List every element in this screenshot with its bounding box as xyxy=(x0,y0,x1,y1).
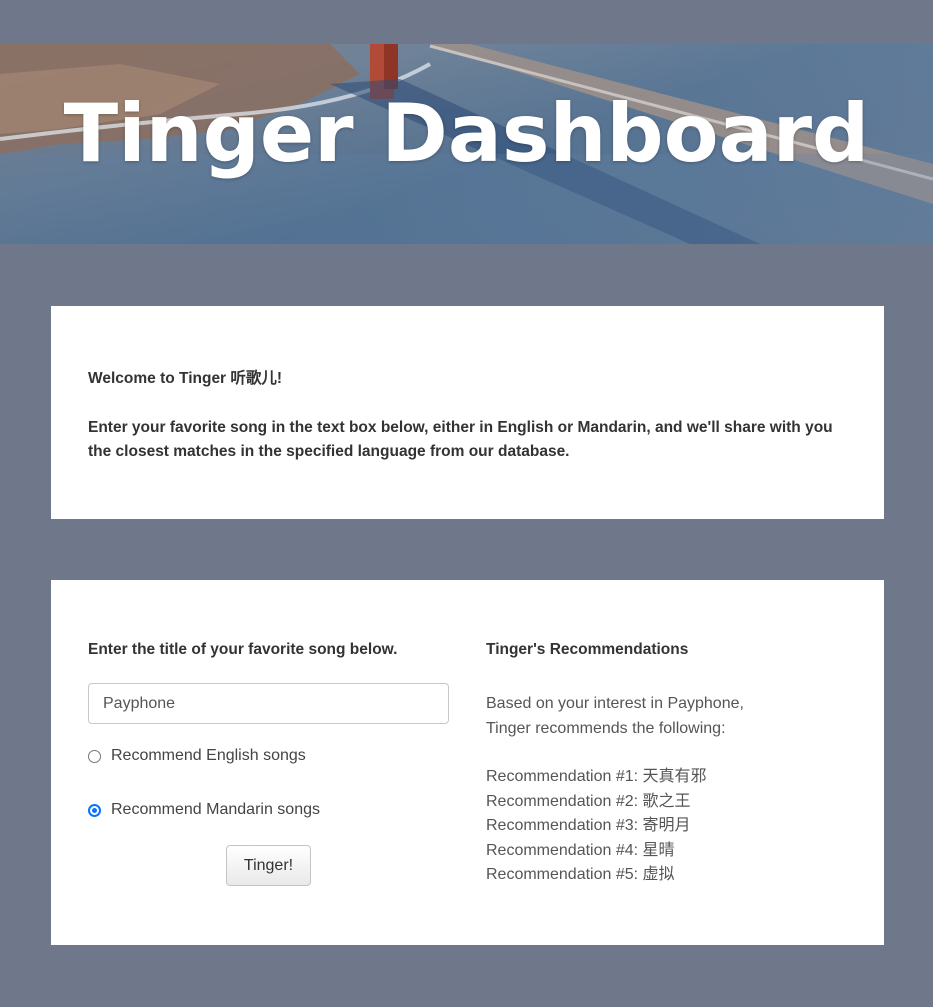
radio-unchecked-icon[interactable] xyxy=(88,749,101,763)
recommendations-intro-line: Based on your interest in Payphone, xyxy=(486,695,744,712)
recommendations-heading: Tinger's Recommendations xyxy=(486,641,689,658)
song-title-input[interactable] xyxy=(88,683,449,724)
recommendations-intro-line: Tinger recommends the following: xyxy=(486,719,726,737)
radio-checked-icon[interactable] xyxy=(88,803,101,817)
instructions-text: Enter your favorite song in the text box… xyxy=(88,418,833,461)
recommendations-list: Recommendation #1: 天真有邪 Recommendation #… xyxy=(486,765,707,888)
search-heading: Enter the title of your favorite song be… xyxy=(88,641,398,658)
recommendations-intro: Based on your interest in Payphone, Ting… xyxy=(486,692,744,741)
mandarin-songs-radio[interactable]: Recommend Mandarin songs xyxy=(88,801,320,819)
page-title: Tinger Dashboard xyxy=(63,87,870,180)
welcome-message: Welcome to Tinger 听歌儿! xyxy=(88,370,283,387)
welcome-card: Welcome to Tinger 听歌儿! Enter your favori… xyxy=(51,306,884,519)
search-form: Enter the title of your favorite song be… xyxy=(88,639,450,886)
tinger-submit-button[interactable]: Tinger! xyxy=(226,845,311,886)
recommendation-item: Recommendation #5: 虚拟 xyxy=(486,866,675,883)
mandarin-songs-label: Recommend Mandarin songs xyxy=(111,801,320,818)
recommendation-item: Recommendation #2: 歌之王 xyxy=(486,792,691,810)
song-search-card: Enter the title of your favorite song be… xyxy=(51,580,884,945)
recommendation-item: Recommendation #3: 寄明月 xyxy=(486,817,691,834)
english-songs-radio[interactable]: Recommend English songs xyxy=(88,747,306,765)
recommendation-item: Recommendation #1: 天真有邪 xyxy=(486,768,707,785)
hero-banner: Tinger Dashboard xyxy=(0,44,933,244)
english-songs-label: Recommend English songs xyxy=(111,747,306,764)
recommendation-item: Recommendation #4: 星晴 xyxy=(486,841,675,859)
recommendations-panel: Tinger's Recommendations Based on your i… xyxy=(486,639,846,883)
